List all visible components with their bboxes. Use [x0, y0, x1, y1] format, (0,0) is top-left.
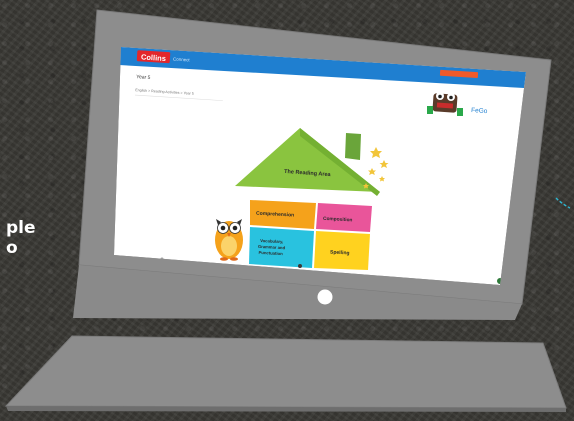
- page-title: Year 5: [136, 74, 151, 81]
- camera-icon: [317, 289, 333, 305]
- mascot-label: FeGo: [471, 107, 488, 115]
- brand-name: Collins: [141, 52, 167, 63]
- screen: Collins Connect Year 5 English > Reading…: [114, 47, 526, 285]
- decorative-scribble: [555, 197, 571, 209]
- laptop-base: [4, 335, 567, 409]
- room-vocabulary-label: Vocabulary, Grammar and Punctuation: [257, 238, 286, 256]
- room-spelling-label: Spelling: [330, 249, 350, 256]
- laptop-illustration: Collins Connect Year 5 English > Reading…: [4, 9, 571, 412]
